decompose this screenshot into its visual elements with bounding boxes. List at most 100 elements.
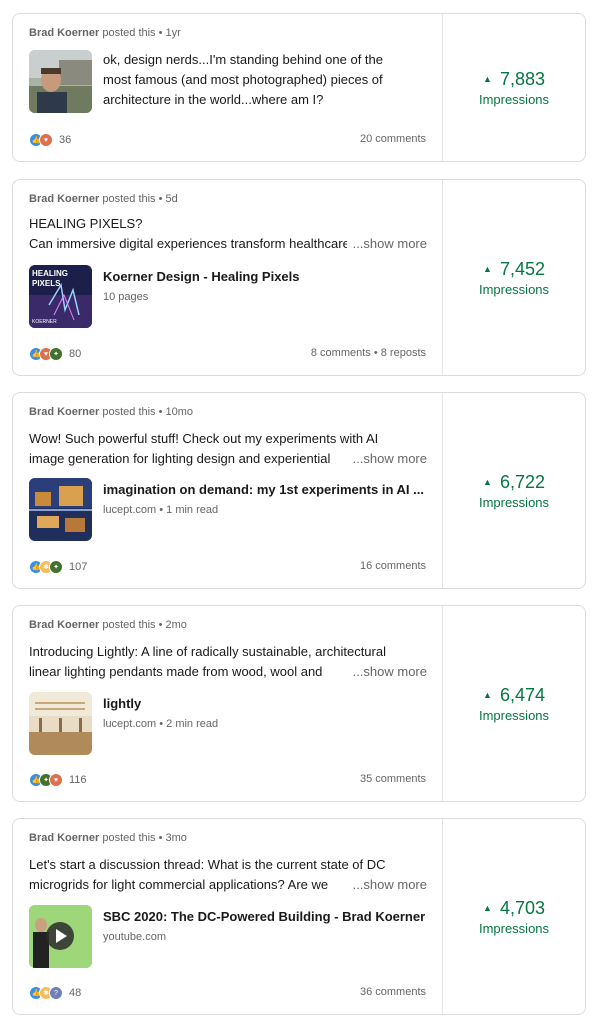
trend-up-icon: ▲ [483, 903, 492, 913]
video-thumbnail[interactable] [29, 905, 92, 968]
author-name[interactable]: Brad Koerner [29, 619, 99, 631]
comments-count[interactable]: 35 comments [360, 773, 426, 785]
post-meta: Brad Koerner posted this • 10mo [29, 406, 193, 418]
impressions-value: ▲ 4,703 [483, 898, 545, 919]
author-name[interactable]: Brad Koerner [29, 27, 99, 39]
posted-time: posted this • 2mo [102, 619, 187, 631]
comments-reposts-count[interactable]: 8 comments • 8 reposts [311, 347, 426, 359]
impressions-label: Impressions [478, 91, 550, 107]
impressions-value: ▲ 7,452 [483, 259, 545, 280]
posted-time: posted this • 5d [102, 193, 178, 205]
trend-up-icon: ▲ [483, 74, 492, 84]
post-text-line: Wow! Such powerful stuff! Check out my e… [29, 431, 379, 446]
impressions-panel[interactable]: ▲ 4,703 Impressions [443, 819, 585, 1014]
celebrate-reaction-icon: ✦ [49, 347, 63, 361]
attachment-subtitle: youtube.com [103, 931, 166, 943]
post-text-line: microgrids for light commercial applicat… [29, 875, 427, 895]
show-more-link[interactable]: ...show more [347, 662, 427, 682]
post-card[interactable]: Brad Koerner posted this • 10mo Wow! Suc… [12, 392, 586, 589]
post-image-thumbnail[interactable] [29, 50, 92, 113]
reaction-count: 107 [69, 561, 88, 573]
article-thumbnail[interactable] [29, 692, 92, 755]
impressions-value: ▲ 6,722 [483, 472, 545, 493]
post-meta: Brad Koerner posted this • 2mo [29, 619, 187, 631]
impressions-number: 6,722 [499, 471, 545, 492]
post-text-truncated: image generation for lighting design and… [29, 451, 331, 466]
post-card[interactable]: Brad Koerner posted this • 1yr ok, desig… [12, 13, 586, 162]
trend-up-icon: ▲ [483, 477, 492, 487]
show-more-link[interactable]: ...show more [347, 875, 427, 895]
post-text[interactable]: Wow! Such powerful stuff! Check out my e… [29, 429, 427, 469]
post-text[interactable]: Let's start a discussion thread: What is… [29, 855, 427, 895]
posted-time: posted this • 1yr [102, 27, 181, 39]
post-text-line: image generation for lighting design and… [29, 449, 427, 469]
post-text-line: Can immersive digital experiences transf… [29, 234, 427, 254]
impressions-label: Impressions [478, 494, 550, 510]
posted-time: posted this • 10mo [102, 406, 194, 418]
trend-up-icon: ▲ [483, 690, 492, 700]
show-more-link[interactable]: ...show more [347, 449, 427, 469]
love-reaction-icon: ♥ [39, 133, 53, 147]
impressions-number: 7,452 [499, 258, 545, 279]
trend-up-icon: ▲ [483, 264, 492, 274]
attachment-title[interactable]: imagination on demand: my 1st experiment… [103, 482, 429, 497]
post-text-line: Let's start a discussion thread: What is… [29, 857, 386, 872]
post-content: Brad Koerner posted this • 5d HEALING PI… [13, 180, 443, 375]
post-text-truncated: linear lighting pendants made from wood,… [29, 664, 323, 679]
impressions-label: Impressions [478, 281, 550, 297]
reaction-count: 36 [59, 134, 72, 146]
reactions-summary[interactable]: 👍 ♥ 36 [29, 133, 71, 147]
impressions-value: ▲ 6,474 [483, 685, 545, 706]
comments-count[interactable]: 36 comments [360, 986, 426, 998]
comments-count[interactable]: 16 comments [360, 560, 426, 572]
reactions-summary[interactable]: 👍 ♥ ✦ 80 [29, 347, 81, 361]
impressions-panel[interactable]: ▲ 6,722 Impressions [443, 393, 585, 588]
post-card[interactable]: Brad Koerner posted this • 3mo Let's sta… [12, 818, 586, 1015]
post-text[interactable]: ok, design nerds...I'm standing behind o… [103, 50, 423, 110]
post-text-truncated: Can immersive digital experiences transf… [29, 236, 347, 251]
impressions-label: Impressions [478, 920, 550, 936]
comments-count[interactable]: 20 comments [360, 133, 426, 145]
post-content: Brad Koerner posted this • 2mo Introduci… [13, 606, 443, 801]
post-analytics-feed: Brad Koerner posted this • 1yr ok, desig… [0, 0, 597, 1023]
impressions-panel[interactable]: ▲ 7,452 Impressions [443, 180, 585, 375]
post-text-line: most famous (and most photographed) piec… [103, 72, 383, 87]
reactions-summary[interactable]: 👍 ✱ ✦ 107 [29, 560, 87, 574]
reactions-summary[interactable]: 👍 ✱ ? 48 [29, 986, 81, 1000]
post-card[interactable]: Brad Koerner posted this • 2mo Introduci… [12, 605, 586, 802]
impressions-number: 4,703 [499, 897, 545, 918]
post-content: Brad Koerner posted this • 3mo Let's sta… [13, 819, 443, 1014]
post-text-truncated: microgrids for light commercial applicat… [29, 877, 329, 892]
post-text-line: HEALING PIXELS? [29, 216, 143, 231]
attachment-subtitle: lucept.com • 2 min read [103, 718, 219, 730]
posted-time: posted this • 3mo [102, 832, 187, 844]
reaction-count: 116 [69, 774, 87, 786]
attachment-title[interactable]: lightly [103, 696, 429, 711]
post-meta: Brad Koerner posted this • 3mo [29, 832, 187, 844]
thumb-text: KOERNER [32, 319, 57, 325]
post-meta: Brad Koerner posted this • 5d [29, 193, 178, 205]
impressions-number: 6,474 [499, 684, 545, 705]
post-text[interactable]: Introducing Lightly: A line of radically… [29, 642, 427, 682]
reaction-count: 48 [69, 987, 82, 999]
celebrate-reaction-icon: ✦ [49, 560, 63, 574]
author-name[interactable]: Brad Koerner [29, 193, 99, 205]
impressions-value: ▲ 7,883 [483, 69, 545, 90]
author-name[interactable]: Brad Koerner [29, 406, 99, 418]
post-text-line: ok, design nerds...I'm standing behind o… [103, 52, 384, 67]
impressions-panel[interactable]: ▲ 6,474 Impressions [443, 606, 585, 801]
post-card[interactable]: Brad Koerner posted this • 5d HEALING PI… [12, 179, 586, 376]
reactions-summary[interactable]: 👍 ✦ ♥ 116 [29, 773, 87, 787]
show-more-link[interactable]: ...show more [347, 234, 427, 254]
impressions-label: Impressions [478, 707, 550, 723]
reaction-count: 80 [69, 348, 82, 360]
post-text-line: linear lighting pendants made from wood,… [29, 662, 427, 682]
post-text[interactable]: HEALING PIXELS? Can immersive digital ex… [29, 214, 427, 254]
attachment-title[interactable]: Koerner Design - Healing Pixels [103, 269, 429, 284]
article-thumbnail[interactable] [29, 478, 92, 541]
attachment-title[interactable]: SBC 2020: The DC-Powered Building - Brad… [103, 909, 429, 924]
impressions-panel[interactable]: ▲ 7,883 Impressions [443, 14, 585, 161]
document-thumbnail[interactable]: HEALING PIXELS KOERNER [29, 265, 92, 328]
love-reaction-icon: ♥ [49, 773, 63, 787]
author-name[interactable]: Brad Koerner [29, 832, 99, 844]
